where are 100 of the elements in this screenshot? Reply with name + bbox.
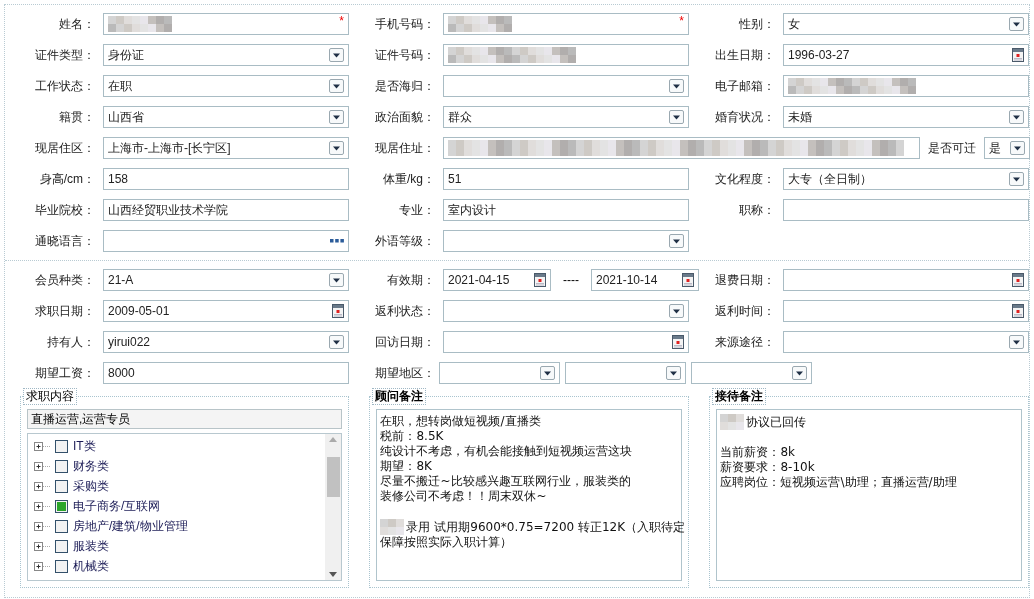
field-label: 是否海归： [374, 77, 436, 95]
text-field[interactable] [443, 43, 689, 66]
select-field[interactable] [443, 229, 689, 252]
select-field[interactable] [443, 299, 689, 322]
field-label: 期望工资： [34, 364, 96, 382]
expand-icon[interactable] [34, 461, 52, 471]
select-field[interactable] [443, 74, 689, 97]
text-field[interactable]: * [103, 12, 349, 35]
select-field[interactable] [439, 361, 560, 384]
select-field[interactable]: 身份证 [103, 43, 349, 66]
field-label: 毕业院校： [34, 201, 96, 219]
select-field[interactable]: 上海市-上海市-[长宁区] [103, 136, 349, 159]
select-field[interactable] [691, 361, 812, 384]
tree-item[interactable]: 服装类 [73, 537, 109, 555]
note-line: 协议已回传 [746, 414, 807, 430]
field-label: 现居住址： [374, 139, 436, 157]
text-field[interactable]: 158 [103, 167, 349, 190]
text-field[interactable]: 8000 [103, 361, 349, 384]
field-label: 期望地区： [374, 364, 436, 382]
calendar-icon[interactable] [534, 272, 546, 287]
expand-icon[interactable] [34, 481, 52, 491]
date-field[interactable]: 2021-10-14 [591, 268, 699, 291]
text-field[interactable]: 51 [443, 167, 689, 190]
scroll-down-icon[interactable] [329, 572, 338, 577]
select-field[interactable] [783, 330, 1029, 353]
text-field[interactable]: 室内设计 [443, 198, 689, 221]
field-label: 持有人： [46, 333, 96, 351]
field-label: 证件号码： [374, 46, 436, 64]
tree-item[interactable]: 电子商务/互联网 [73, 497, 161, 515]
note-line: 应聘岗位：短视频运营\助理；直播运营/助理 [720, 475, 957, 490]
notes-textarea[interactable]: 协议已回传 当前薪资：8k 薪资要求：8-10k 应聘岗位：短视频运营\助理；直播运营/助理 [716, 409, 1022, 581]
select-field[interactable]: 山西省 [103, 105, 349, 128]
text-field[interactable]: 山西经贸职业技术学院 [103, 198, 349, 221]
expand-icon[interactable] [34, 501, 52, 511]
checkbox[interactable] [55, 539, 68, 553]
text-field[interactable]: * [443, 12, 689, 35]
select-field[interactable]: 群众 [443, 105, 689, 128]
date-field[interactable]: 2021-04-15 [443, 268, 551, 291]
checkbox[interactable] [55, 559, 68, 573]
field-label: 来源途径： [714, 333, 776, 351]
tree-item[interactable]: 机械类 [73, 557, 109, 575]
calendar-icon[interactable] [672, 334, 684, 349]
field-label: 回访日期： [374, 333, 436, 351]
checkbox[interactable] [55, 499, 68, 513]
note-line: 录用 试用期9600*0.75=7200 转正12K（入职待定 [406, 519, 686, 535]
date-field[interactable] [783, 268, 1029, 291]
checkbox[interactable] [55, 459, 68, 473]
notes-textarea[interactable]: 在职，想转岗做短视频/直播类 税前：8.5K 纯设计不考虑，有机会能接触到短视频运营这块 期望：8K 尽量不搬迁~比较感兴趣互联网行业，服装类的 装修公司不考虑！！周末双休~ 录用 试用期9600*0.75=7200 转正12K（入职待定 保障按照实际入职计算） [376, 409, 683, 581]
required-mark: * [339, 13, 344, 28]
expand-icon[interactable] [34, 441, 52, 451]
summary-field[interactable]: 直播运营,运营专员 [27, 409, 343, 429]
picker-field[interactable] [103, 229, 349, 252]
select-field[interactable]: 女 [783, 12, 1029, 35]
date-field[interactable]: 1996-03-27 [783, 43, 1029, 66]
select-field[interactable]: yirui022 [103, 330, 349, 353]
field-label: 返利时间： [714, 302, 776, 320]
select-field[interactable]: 是 [984, 136, 1030, 159]
date-field[interactable]: 2009-05-01 [103, 299, 349, 322]
field-label: 工作状态： [34, 77, 96, 95]
more-icon[interactable] [330, 238, 344, 243]
select-field[interactable]: 21-A [103, 268, 349, 291]
note-line: 薪资要求：8-10k [720, 460, 815, 475]
field-label: 是否可迁 [927, 139, 977, 157]
field-label: 现居住区： [34, 139, 96, 157]
scrollbar[interactable] [325, 434, 342, 580]
note-line: 在职，想转岗做短视频/直播类 [380, 414, 541, 429]
expand-icon[interactable] [34, 561, 52, 571]
calendar-icon[interactable] [332, 303, 344, 318]
checkbox[interactable] [55, 479, 68, 493]
field-label: 籍贯： [58, 108, 96, 126]
calendar-icon[interactable] [682, 272, 694, 287]
checkbox[interactable] [55, 439, 68, 453]
calendar-icon[interactable] [1012, 272, 1024, 287]
select-field[interactable]: 大专（全日制） [783, 167, 1029, 190]
expand-icon[interactable] [34, 521, 52, 531]
select-field[interactable]: 未婚 [783, 105, 1029, 128]
date-field[interactable] [783, 299, 1029, 322]
expand-icon[interactable] [34, 541, 52, 551]
note-line: 当前薪资：8k [720, 445, 796, 460]
tree-item[interactable]: IT类 [73, 437, 96, 455]
note-line: 装修公司不考虑！！周末双休~ [380, 489, 547, 504]
panel-legend: 接待备注 [712, 388, 767, 405]
scroll-thumb[interactable] [327, 457, 340, 497]
field-label: 会员种类： [34, 271, 96, 289]
select-field[interactable]: 在职 [103, 74, 349, 97]
field-label: 返利状态： [374, 302, 436, 320]
select-field[interactable] [565, 361, 686, 384]
tree-item[interactable]: 房地产/建筑/物业管理 [73, 517, 188, 535]
date-field[interactable] [443, 330, 689, 353]
calendar-icon[interactable] [1012, 303, 1024, 318]
range-separator: ---- [562, 271, 580, 289]
text-field[interactable] [443, 136, 920, 159]
tree-item[interactable]: 财务类 [73, 457, 109, 475]
calendar-icon[interactable] [1012, 47, 1024, 62]
field-label: 求职日期： [34, 302, 96, 320]
text-field[interactable] [783, 74, 1029, 97]
checkbox[interactable] [55, 519, 68, 533]
text-field[interactable] [783, 198, 1029, 221]
note-line: 纯设计不考虑，有机会能接触到短视频运营这块 [380, 444, 633, 459]
tree-item[interactable]: 采购类 [73, 477, 109, 495]
